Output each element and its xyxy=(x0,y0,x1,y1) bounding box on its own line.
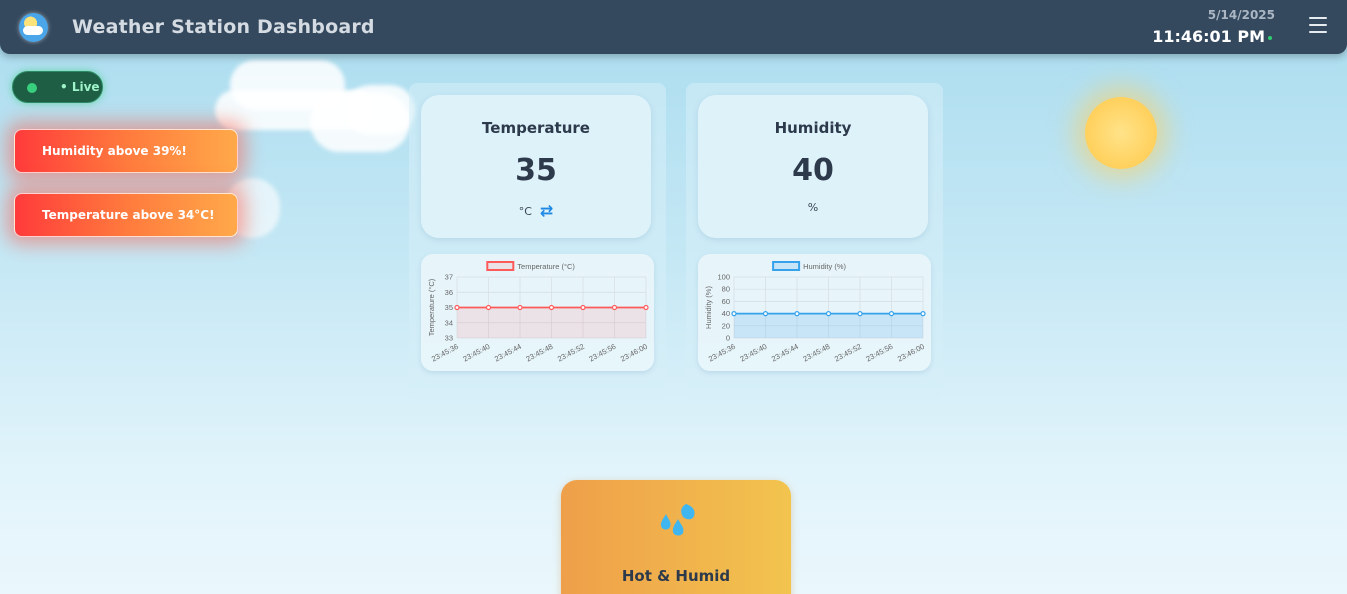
y-axis-label: Humidity (%) xyxy=(704,286,713,329)
x-tick-label: 23:45:48 xyxy=(801,342,831,364)
temperature-card: Temperature 35 °C ⇄ xyxy=(421,95,651,238)
humidity-value: 40 xyxy=(792,153,834,188)
x-tick-label: 23:45:36 xyxy=(430,342,460,364)
data-point xyxy=(888,310,895,317)
legend-swatch xyxy=(486,261,515,271)
series-area xyxy=(734,313,923,338)
x-tick-label: 23:45:48 xyxy=(524,342,554,364)
live-label: • Live xyxy=(60,80,100,94)
sun-decoration xyxy=(1085,97,1157,169)
x-tick-label: 23:45:44 xyxy=(770,342,800,364)
legend-label: Humidity (%) xyxy=(803,262,846,271)
alert-humidity[interactable]: Humidity above 39%! xyxy=(14,129,238,173)
data-point xyxy=(454,304,460,311)
alert-temperature[interactable]: Temperature above 34°C! xyxy=(14,193,238,237)
humidity-unit: % xyxy=(807,201,819,214)
series-area xyxy=(457,307,646,338)
app-header: Weather Station Dashboard 5/14/2025 11:4… xyxy=(0,0,1347,54)
y-tick-label: 0 xyxy=(726,334,730,343)
data-point xyxy=(731,310,737,317)
x-tick-label: 23:45:40 xyxy=(738,342,768,364)
humidity-card: Humidity 40 % xyxy=(698,95,928,238)
humidity-chart-svg: Humidity (%) 100 80 60 40 20 023:45:36 23:45:40… xyxy=(704,261,926,364)
legend-swatch xyxy=(772,261,801,271)
x-tick-label: 23:45:56 xyxy=(864,342,894,364)
temperature-title: Temperature xyxy=(482,119,590,137)
temperature-unit: °C xyxy=(518,205,532,218)
y-tick-label: 80 xyxy=(722,285,730,294)
data-point xyxy=(485,304,492,311)
x-tick-label: 23:46:00 xyxy=(619,342,649,364)
y-tick-label: 60 xyxy=(722,297,730,306)
temperature-unit-row: °C ⇄ xyxy=(421,201,651,220)
x-tick-label: 23:45:36 xyxy=(707,342,737,364)
live-indicator-icon xyxy=(27,83,37,93)
cloud-decoration xyxy=(345,85,415,135)
y-tick-label: 40 xyxy=(722,309,730,318)
data-point xyxy=(762,310,769,317)
humidity-chart: Humidity (%) 100 80 60 40 20 0 23:45:36 23:45:40… xyxy=(698,254,931,371)
temperature-chart: Temperature (°C) 37 36 35 34 33 23:45:36 23:45:… xyxy=(421,254,654,371)
data-point xyxy=(580,304,586,311)
temperature-chart-svg: Temperature (°C)373635343323:45:36 23:45:… xyxy=(427,261,649,364)
weather-logo-icon xyxy=(19,13,48,42)
data-point xyxy=(920,310,926,317)
data-point xyxy=(643,304,649,311)
x-tick-label: 23:45:52 xyxy=(833,342,863,364)
y-tick-label: 35 xyxy=(445,303,453,312)
status-dot-icon xyxy=(1268,36,1272,40)
live-badge: • Live xyxy=(12,71,103,103)
menu-icon[interactable] xyxy=(1309,17,1327,35)
y-tick-label: 20 xyxy=(722,321,730,330)
y-tick-label: 100 xyxy=(717,273,730,282)
data-point xyxy=(548,304,555,311)
x-tick-label: 23:45:52 xyxy=(556,342,586,364)
x-tick-label: 23:45:40 xyxy=(461,342,491,364)
legend-label: Temperature (°C) xyxy=(517,262,575,271)
y-tick-label: 37 xyxy=(445,273,453,282)
x-tick-label: 23:46:00 xyxy=(896,342,926,364)
water-drops-icon xyxy=(660,504,695,536)
y-tick-label: 36 xyxy=(445,288,453,297)
x-tick-label: 23:45:56 xyxy=(587,342,617,364)
temperature-value: 35 xyxy=(515,153,557,188)
header-date: 5/14/2025 xyxy=(1207,8,1275,22)
data-point xyxy=(611,304,618,311)
y-tick-label: 33 xyxy=(445,334,453,343)
y-tick-label: 34 xyxy=(445,318,453,327)
header-time: 11:46:01 PM xyxy=(1152,27,1265,46)
unit-toggle-icon[interactable]: ⇄ xyxy=(540,201,553,220)
humidity-title: Humidity xyxy=(774,119,852,137)
data-point xyxy=(825,310,832,317)
condition-label: Hot & Humid xyxy=(621,567,731,585)
data-point xyxy=(857,310,863,317)
condition-card: Hot & Humid xyxy=(561,480,791,594)
app-title: Weather Station Dashboard xyxy=(72,16,375,38)
y-axis-label: Temperature (°C) xyxy=(427,278,436,336)
data-point xyxy=(794,310,800,317)
data-point xyxy=(517,304,523,311)
x-tick-label: 23:45:44 xyxy=(493,342,523,364)
